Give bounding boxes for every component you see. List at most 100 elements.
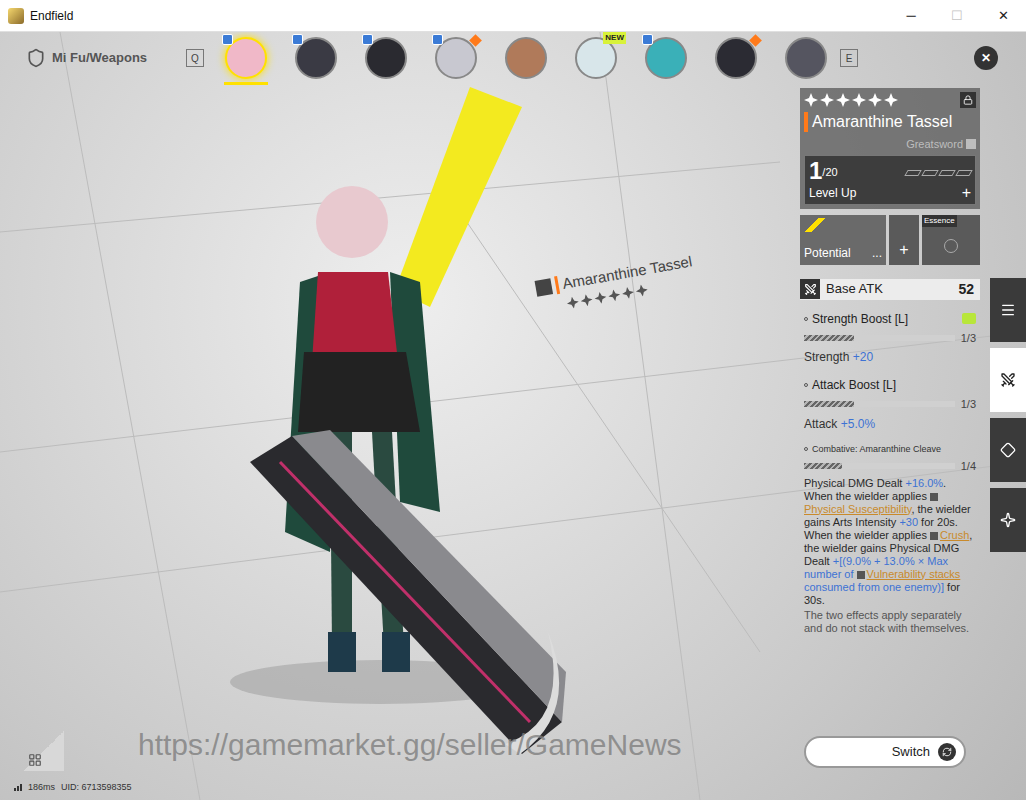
side-tab[interactable] [990, 348, 1026, 412]
weapon-type: Greatsword [906, 136, 963, 153]
window-title: Endfield [30, 7, 73, 25]
level-up-plus: + [962, 185, 971, 201]
skill-rank: 1/3 [961, 396, 976, 413]
portrait[interactable] [362, 34, 410, 82]
portrait[interactable] [782, 34, 830, 82]
window-control[interactable]: ✕ [980, 0, 1026, 32]
class-badge-icon [222, 34, 233, 45]
essence-icon [944, 239, 958, 253]
window-control[interactable]: ☐ [934, 0, 980, 32]
combative-rank: 1/4 [961, 458, 976, 475]
weapon-skill: Attack Boost [L]1/3Attack +5.0% [800, 376, 980, 433]
next-key[interactable]: E [840, 49, 858, 67]
greatsword-icon [966, 139, 976, 149]
app-window: Endfield─☐✕Amaranthine TasselMi Fu/Weapo… [0, 0, 1026, 800]
level-bar-fill [804, 463, 842, 469]
selected-underline [224, 82, 268, 85]
potential-box[interactable]: Potential... [800, 215, 886, 265]
combative-note: The two effects apply separately and do … [804, 609, 976, 635]
new-tag: NEW [603, 32, 626, 44]
tab-icon [1000, 372, 1016, 388]
base-atk-label: Base ATK [826, 279, 883, 299]
potential-icon [804, 218, 826, 232]
prev-key[interactable]: Q [186, 49, 204, 67]
title-bar: Endfield ─☐✕ [0, 0, 1026, 32]
weapon-name: Amaranthine Tassel [812, 110, 952, 134]
switch-icon [942, 747, 952, 757]
class-badge-icon [362, 34, 373, 45]
menu-grid-button[interactable] [24, 731, 64, 771]
window-control[interactable]: ─ [888, 0, 934, 32]
upgrade-row: Potential...+Essence [800, 215, 980, 265]
base-atk-value: 52 [958, 279, 974, 300]
class-badge-icon [292, 34, 303, 45]
effect-term[interactable]: Vulnerability stacks [867, 568, 961, 580]
breadcrumb-text: Mi Fu/Weapons [52, 48, 147, 68]
portrait[interactable]: NEW [572, 34, 620, 82]
weapon-header: Amaranthine Tassel Greatsword 1/20 Level Up… [800, 88, 980, 209]
close-button[interactable]: ✕ [974, 46, 998, 70]
skill-stat: Strength [804, 350, 849, 364]
star-icon [852, 93, 866, 107]
star-icon [836, 93, 850, 107]
portrait[interactable] [712, 34, 760, 82]
breakthroughs [906, 170, 971, 176]
level-box[interactable]: 1/20 Level Up + [804, 155, 976, 205]
breakthrough-mark [921, 170, 938, 176]
lock-icon [963, 95, 973, 105]
level-up-label: Level Up [809, 184, 856, 202]
scene-label: Amaranthine Tassel [534, 251, 696, 314]
star-icon [820, 93, 834, 107]
uid: UID: 6713598355 [61, 781, 132, 795]
weapon-max-level: /20 [822, 164, 837, 181]
menu-icon [26, 48, 46, 68]
skill-value: +5.0% [841, 417, 875, 431]
star-icon [868, 93, 882, 107]
weapon-skill: Strength Boost [L] 1/3 Strength +20 [800, 310, 980, 367]
level-bar [804, 463, 955, 469]
combative-name: Combative: Amaranthine Cleave [812, 443, 941, 457]
weapon-panel: Amaranthine Tassel Greatsword 1/20 Level Up… [800, 84, 980, 720]
portrait[interactable] [432, 34, 480, 82]
watermark: https://gamemarket.gg/seller/GameNews [138, 722, 682, 767]
portrait[interactable] [292, 34, 340, 82]
switch-button[interactable]: Switch [804, 736, 966, 768]
star-icon [621, 285, 635, 299]
star-icon [884, 93, 898, 107]
essence-slot[interactable]: Essence [922, 215, 980, 265]
skill-name: Strength Boost [L] [812, 310, 908, 328]
star-icon [593, 290, 607, 304]
combative-skill: Combative: Amaranthine Cleave 1/4 Physical… [800, 443, 980, 635]
potential-add[interactable]: + [889, 215, 919, 265]
tab-icon [1000, 512, 1016, 528]
base-atk-row: Base ATK 52 [800, 279, 980, 300]
star-icon [635, 283, 649, 297]
lock-toggle[interactable] [960, 92, 976, 108]
tab-icon [1000, 302, 1016, 318]
skill-value: +20 [853, 350, 873, 364]
side-tab[interactable] [990, 418, 1026, 482]
weapon-level: 1 [809, 158, 822, 184]
bottom-bar: 186msUID: 6713598355Switch [0, 720, 1026, 800]
switch-label: Switch [892, 742, 930, 762]
star-icon [580, 293, 594, 307]
side-tab[interactable] [990, 488, 1026, 552]
effect-icon [930, 493, 938, 501]
side-tab[interactable] [990, 278, 1026, 342]
effect-term[interactable]: Crush [940, 529, 969, 541]
potential-label: Potential [804, 244, 851, 262]
portrait[interactable] [502, 34, 550, 82]
portrait[interactable] [642, 34, 690, 82]
class-badge-icon [642, 34, 653, 45]
weapon-stars [804, 93, 898, 107]
breakthrough-mark [904, 170, 921, 176]
effect-term[interactable]: Physical Susceptibility [804, 503, 911, 515]
grid-icon [28, 753, 42, 767]
attack-icon [804, 283, 817, 296]
star-icon [607, 288, 621, 302]
content-row: Amaranthine Tassel Greatsword 1/20 Level Up… [0, 84, 1026, 720]
tab-icon [1000, 442, 1016, 458]
weapon-type-icon [535, 278, 554, 297]
portrait[interactable] [222, 34, 270, 82]
skill-rank: 1/3 [961, 330, 976, 347]
